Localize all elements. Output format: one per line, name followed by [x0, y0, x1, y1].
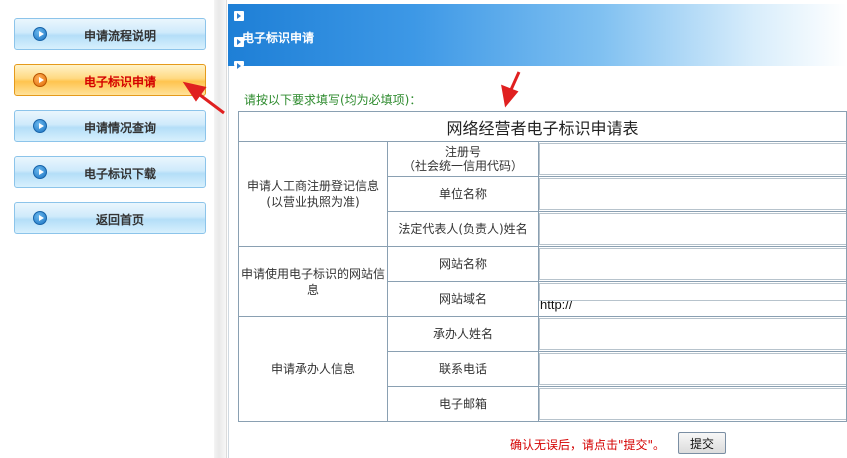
field-label-agent-name: 承办人姓名 — [387, 316, 539, 352]
group-label: 申请使用电子标识的网站信息 — [240, 266, 385, 297]
company-name-input[interactable] — [539, 178, 846, 210]
arrow-right-icon — [234, 11, 244, 21]
group-agent: 申请承办人信息 — [238, 316, 388, 422]
group-label: 申请人工商注册登记信息(以营业执照为准) — [246, 179, 379, 209]
field-label-company: 单位名称 — [387, 176, 539, 212]
field-label-site-domain: 网站域名 — [387, 281, 539, 317]
phone-input[interactable] — [539, 353, 846, 385]
confirm-text: 确认无误后，请点击"提交"。 — [510, 438, 666, 452]
header-bar: 电子标识申请 — [228, 4, 847, 69]
field-label-site-name: 网站名称 — [387, 246, 539, 282]
email-input[interactable] — [539, 388, 846, 420]
sidebar-item-query[interactable]: 申请情况查询 — [14, 110, 206, 142]
application-form: 网络经营者电子标识申请表 申请人工商注册登记信息(以营业执照为准) 注册号 （社… — [238, 111, 847, 422]
submit-button[interactable]: 提交 — [678, 432, 726, 454]
sidebar-item-apply[interactable]: 电子标识申请 — [14, 64, 206, 96]
sidebar-item-label: 返回首页 — [95, 213, 144, 227]
field-label-legal-rep: 法定代表人(负责人)姓名 — [387, 211, 539, 247]
sidebar-item-download[interactable]: 电子标识下载 — [14, 156, 206, 188]
sidebar-divider — [214, 0, 227, 458]
page-title: 电子标识申请 — [242, 31, 315, 45]
agent-name-input[interactable] — [539, 318, 846, 350]
site-domain-input[interactable] — [539, 283, 846, 301]
field-label-line: 注册号 — [444, 145, 481, 159]
sidebar-item-home[interactable]: 返回首页 — [14, 202, 206, 234]
sidebar: 申请流程说明 电子标识申请 申请情况查询 电子标识下载 返回首页 — [0, 0, 215, 458]
instruction-text: 请按以下要求填写(均为必填项)： — [244, 93, 422, 107]
sidebar-item-label: 申请情况查询 — [83, 121, 156, 135]
group-label: 申请承办人信息 — [270, 362, 355, 376]
field-label-email: 电子邮箱 — [387, 386, 539, 422]
sidebar-item-label: 申请流程说明 — [83, 29, 156, 43]
group-website: 申请使用电子标识的网站信息 — [238, 246, 388, 317]
reg-no-input[interactable] — [539, 143, 846, 175]
sidebar-item-process[interactable]: 申请流程说明 — [14, 18, 206, 50]
legal-rep-input[interactable] — [539, 213, 846, 245]
sidebar-item-label: 电子标识下载 — [83, 167, 156, 181]
site-name-input[interactable] — [539, 248, 846, 280]
group-registration: 申请人工商注册登记信息(以营业执照为准) — [238, 141, 388, 247]
site-domain-wrap: http:// — [539, 283, 846, 315]
field-label-line: （社会统一信用代码） — [402, 159, 523, 173]
field-label-reg-no: 注册号 （社会统一信用代码） — [387, 141, 539, 177]
form-title: 网络经营者电子标识申请表 — [238, 111, 847, 142]
field-label-phone: 联系电话 — [387, 351, 539, 387]
sidebar-item-label: 电子标识申请 — [83, 75, 156, 89]
